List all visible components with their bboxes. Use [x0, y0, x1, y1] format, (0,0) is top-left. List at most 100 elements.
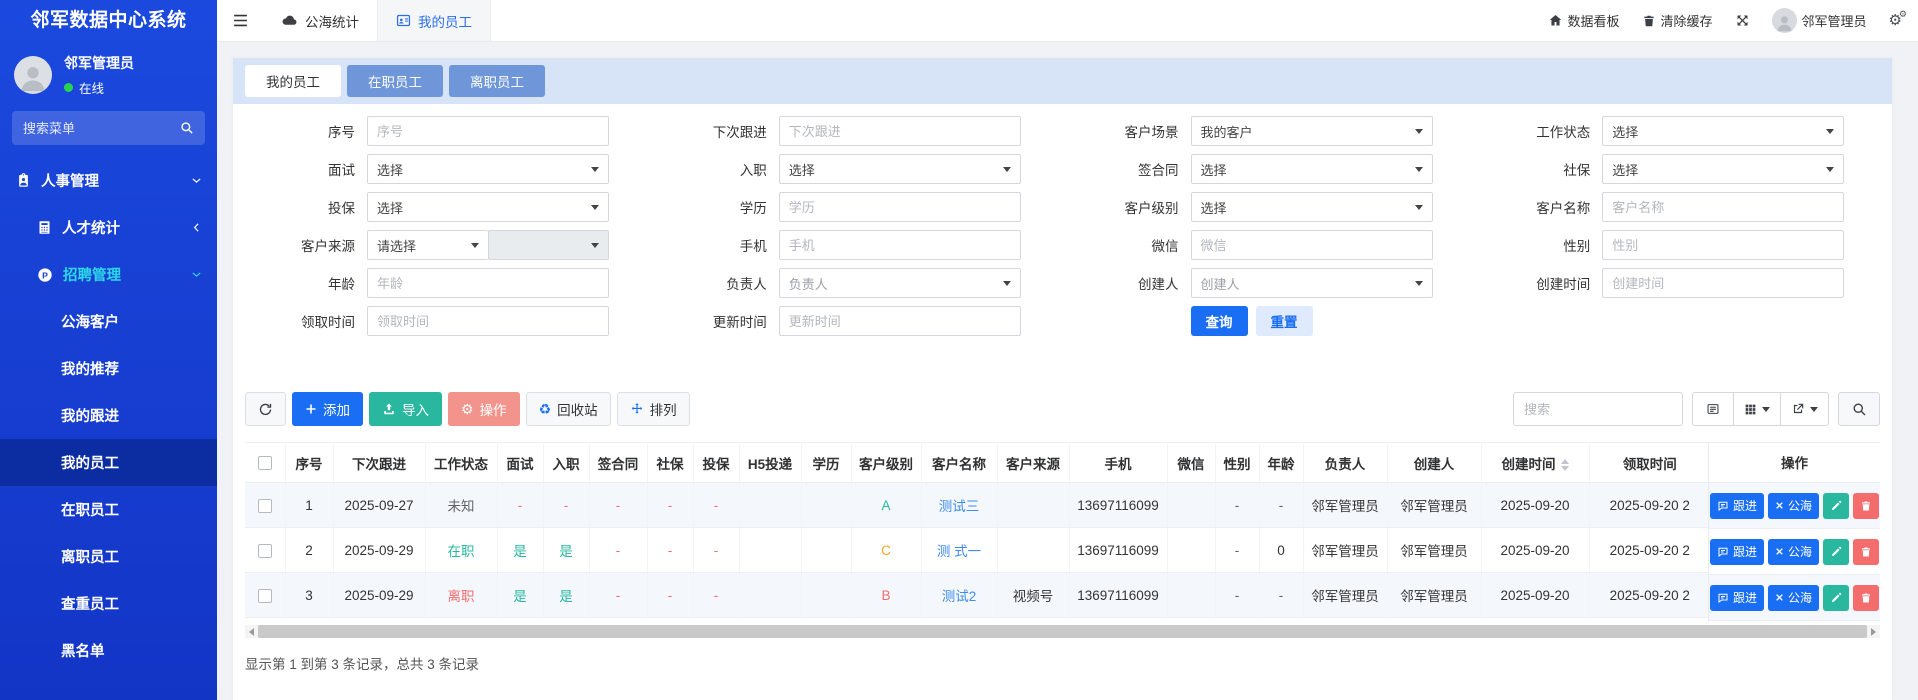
row-checkbox[interactable] — [257, 588, 272, 603]
delete-button[interactable] — [1853, 492, 1880, 519]
nav-tab-public-sea-stats[interactable]: 公海统计 — [263, 0, 377, 41]
select-all-checkbox[interactable] — [257, 456, 272, 471]
search-icon[interactable] — [180, 121, 194, 135]
settings-gears-icon[interactable]: ⚙ ⚙ — [1889, 10, 1907, 29]
customer-name-link[interactable]: 测试三 — [921, 482, 998, 528]
detail-view-button[interactable] — [1692, 392, 1734, 426]
sidebar-item-on-job-staff[interactable]: 在职员工 — [0, 486, 217, 533]
filter-creator-select[interactable]: 创建人 — [1190, 268, 1433, 298]
tab-on-job-staff[interactable]: 在职员工 — [347, 65, 443, 97]
app-logo: 邻军数据中心系统 — [30, 10, 187, 31]
customer-name-link[interactable]: 测试2 — [921, 572, 998, 618]
horizontal-scrollbar[interactable] — [245, 625, 1880, 638]
sea-button[interactable]: 公海 — [1768, 584, 1820, 611]
filter-owner-select[interactable]: 负责人 — [778, 268, 1021, 298]
content-area: 我的员工 在职员工 离职员工 序号 下次跟进 客户场景我的客户 工作状态选择 面… — [217, 42, 1918, 700]
refresh-button[interactable] — [245, 392, 286, 426]
scroll-right-arrow[interactable] — [1867, 627, 1880, 636]
columns-button[interactable] — [1734, 392, 1781, 426]
home-icon — [1549, 15, 1561, 26]
filter-xueli-input[interactable] — [778, 192, 1021, 222]
filter-ltime-input[interactable] — [367, 306, 609, 336]
sidebar-item-blacklist[interactable]: 黑名单 — [0, 627, 217, 674]
export-button[interactable] — [1781, 392, 1829, 426]
cell — [1167, 482, 1216, 528]
row-checkbox[interactable] — [257, 543, 272, 558]
scrollbar-thumb[interactable] — [258, 625, 1867, 638]
sidebar-item-my-recommend[interactable]: 我的推荐 — [0, 345, 217, 392]
filter-sex-input[interactable] — [1602, 230, 1845, 260]
navbar-user[interactable]: 邻军管理员 — [1771, 8, 1867, 33]
search-button[interactable] — [1838, 392, 1880, 426]
follow-button[interactable]: 跟进 — [1709, 584, 1764, 611]
reset-button[interactable]: 重置 — [1255, 306, 1313, 336]
tab-resigned-staff[interactable]: 离职员工 — [449, 65, 545, 97]
edit-button[interactable] — [1823, 492, 1850, 519]
person-icon — [21, 67, 45, 92]
table-search-input[interactable] — [1513, 392, 1683, 426]
filter-xuhao-input[interactable] — [367, 116, 609, 146]
clear-cache-link[interactable]: 清除缓存 — [1642, 11, 1713, 30]
filter-scene-select[interactable]: 我的客户 — [1190, 116, 1433, 146]
filter-age-input[interactable] — [367, 268, 609, 298]
sidebar-item-hr-management[interactable]: 人事管理 — [0, 157, 217, 204]
sidebar-item-dup-check-staff[interactable]: 查重员工 — [0, 580, 217, 627]
cell — [1167, 572, 1216, 618]
filter-work-status-select[interactable]: 选择 — [1602, 116, 1845, 146]
filter-mianshi-select[interactable]: 选择 — [367, 154, 609, 184]
dashboard-link[interactable]: 数据看板 — [1548, 11, 1620, 30]
sidebar-item-public-sea-customers[interactable]: 公海客户 — [0, 298, 217, 345]
filter-cname-input[interactable] — [1602, 192, 1845, 222]
app-root: 邻军数据中心系统 邻军管理员 在线 人事管理 — [0, 0, 1918, 700]
sidebar-item-resigned-staff[interactable]: 离职员工 — [0, 533, 217, 580]
sort-icon[interactable] — [1560, 458, 1569, 471]
sidebar-item-my-staff[interactable]: 我的员工 — [0, 439, 217, 486]
filter-wechat-input[interactable] — [1190, 230, 1433, 260]
filter-phone-input[interactable] — [778, 230, 1021, 260]
col-header: 年龄 — [1259, 442, 1304, 483]
sidebar-item-recruit-management[interactable]: P 招聘管理 — [0, 251, 217, 298]
sidebar-item-my-follow[interactable]: 我的跟进 — [0, 392, 217, 439]
cell: 2025-09-20 — [1481, 572, 1590, 618]
recycle-bin-button[interactable]: ♻ 回收站 — [525, 392, 611, 426]
arrange-button[interactable]: 排列 — [616, 392, 690, 426]
x-icon — [1776, 502, 1783, 509]
fullscreen-icon[interactable] — [1735, 13, 1750, 28]
customer-name-link[interactable]: 测 式一 — [921, 527, 998, 573]
scroll-left-arrow[interactable] — [245, 627, 258, 636]
caret-down-icon — [1414, 280, 1423, 286]
follow-button[interactable]: 跟进 — [1709, 492, 1764, 519]
row-checkbox[interactable] — [257, 498, 272, 513]
cell: - — [1259, 482, 1304, 528]
filter-ctime-input[interactable] — [1602, 268, 1845, 298]
query-button[interactable]: 查询 — [1190, 306, 1248, 336]
follow-button[interactable]: 跟进 — [1709, 538, 1764, 565]
add-button[interactable]: 添加 — [292, 392, 363, 426]
sea-button[interactable]: 公海 — [1768, 538, 1820, 565]
edit-button[interactable] — [1823, 584, 1850, 611]
filter-qianhetong-select[interactable]: 选择 — [1190, 154, 1433, 184]
tab-my-staff[interactable]: 我的员工 — [245, 65, 341, 97]
delete-button[interactable] — [1853, 584, 1880, 611]
filter-level-select[interactable]: 选择 — [1190, 192, 1433, 222]
filter-toubao-select[interactable]: 选择 — [367, 192, 609, 222]
menu-toggle-icon[interactable] — [217, 0, 263, 41]
filter-next-follow-input[interactable] — [778, 116, 1021, 146]
edit-button[interactable] — [1823, 538, 1850, 565]
operate-button[interactable]: ⚙ 操作 — [448, 392, 520, 426]
nav-tab-my-staff[interactable]: 我的员工 — [377, 0, 491, 41]
col-header-sortable[interactable]: 创建时间 — [1481, 442, 1590, 483]
filter-ruzhi-select[interactable]: 选择 — [778, 154, 1021, 184]
cell — [739, 572, 802, 618]
import-button[interactable]: 导入 — [369, 392, 442, 426]
filter-shebao-select[interactable]: 选择 — [1602, 154, 1845, 184]
delete-button[interactable] — [1853, 538, 1880, 565]
sidebar-item-talent-stats[interactable]: 人才统计 — [0, 204, 217, 251]
sea-button[interactable]: 公海 — [1768, 492, 1820, 519]
cell: - — [647, 527, 694, 573]
filter-source-select[interactable]: 请选择 — [367, 230, 488, 260]
filter-utime-input[interactable] — [778, 306, 1021, 336]
chat-bubble-icon — [1718, 501, 1728, 511]
sidebar-search-input[interactable] — [23, 120, 180, 136]
filter-source-sub-select[interactable] — [487, 230, 609, 260]
